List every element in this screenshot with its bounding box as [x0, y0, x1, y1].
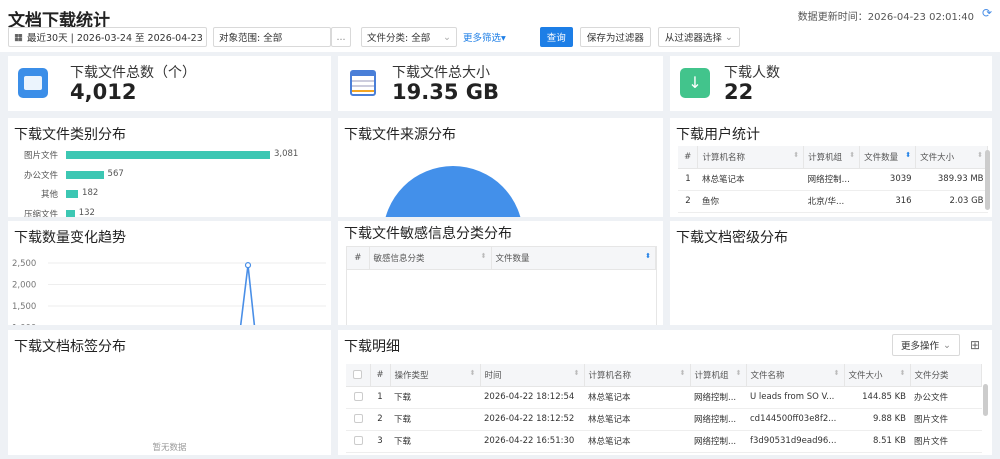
- table-row[interactable]: 3 下载 2026-04-22 16:51:30 林总笔记本 网络控制... f…: [346, 430, 982, 453]
- bar[interactable]: [66, 190, 79, 198]
- trend-line-chart: 2,500 2,000 1,500 1,000: [12, 259, 326, 326]
- row-checkbox[interactable]: [353, 392, 363, 401]
- panel-title: 下载文件敏感信息分类分布: [344, 226, 512, 242]
- bar-category-label: 压缩文件: [23, 209, 58, 218]
- col-file-size[interactable]: 文件大小 ⬍: [844, 364, 911, 387]
- chevron-down-icon: ⌄: [443, 31, 451, 43]
- y-tick-label: 1,500: [12, 302, 36, 312]
- trend-panel: 下载数量变化趋势 2,5002,0001,5001,000: [8, 221, 331, 325]
- kpi-value: 22: [724, 80, 754, 104]
- category-select[interactable]: 文件分类: 全部 ⌄: [361, 27, 457, 47]
- col-time[interactable]: 时间 ⬍: [480, 364, 585, 387]
- col-computer-group[interactable]: 计算机组 ⬍: [690, 364, 747, 387]
- col-computer-name[interactable]: 计算机名称 ⬍: [697, 146, 805, 169]
- file-source-panel: 下载文件来源分布: [338, 118, 663, 217]
- y-tick-label: 2,500: [12, 259, 36, 269]
- refresh-icon[interactable]: ⟳: [982, 6, 992, 20]
- download-user-icon: ↓: [680, 68, 710, 98]
- trend-peak-point[interactable]: [244, 262, 252, 269]
- col-op-type[interactable]: 操作类型 ⬍: [390, 364, 481, 387]
- kpi-label: 下载人数: [724, 65, 780, 81]
- calendar-icon: ▦: [14, 31, 23, 43]
- bar-category-label: 办公文件: [23, 170, 58, 181]
- user-stats-panel: 下载用户统计 # 计算机名称 ⬍ 计算机组 ⬍ 文件数量 ⬍ 文件大小 ⬍ 1 林总笔记…: [670, 118, 992, 217]
- col-computer-group[interactable]: 计算机组 ⬍: [803, 146, 861, 169]
- kpi-value: 4,012: [70, 80, 137, 104]
- details-panel: 下载明细 更多操作 ⌄ ⊞ # 操作类型 ⬍ 时间 ⬍ 计算机名称 ⬍ 计算机组 ⬍ 文件…: [338, 330, 992, 455]
- select-all-checkbox[interactable]: [346, 364, 371, 387]
- pie-slice: [385, 166, 521, 217]
- table-row[interactable]: 2 下载 2026-04-22 18:12:52 林总笔记本 网络控制... c…: [346, 408, 982, 431]
- y-tick-label: 2,000: [12, 281, 36, 291]
- bar-value-label: 132: [78, 207, 95, 218]
- bar-value-label: 3,081: [274, 149, 299, 159]
- chevron-down-icon: ⌄: [724, 31, 733, 43]
- bar[interactable]: [66, 170, 104, 179]
- bar[interactable]: [66, 209, 75, 217]
- row-checkbox[interactable]: [353, 436, 363, 445]
- panel-title: 下载文件类别分布: [14, 127, 126, 143]
- file-icon: [18, 68, 48, 98]
- save-filter-button[interactable]: 保存为过滤器: [579, 27, 651, 47]
- row-checkbox[interactable]: [353, 414, 363, 423]
- user-stats-table: # 计算机名称 ⬍ 计算机组 ⬍ 文件数量 ⬍ 文件大小 ⬍ 1 林总笔记本 网络控制.…: [678, 146, 988, 213]
- query-button[interactable]: 查询: [539, 27, 573, 47]
- col-computer-name[interactable]: 计算机名称 ⬍: [584, 364, 691, 387]
- sensitive-table-frame: # 敏感信息分类 ⬍ 文件数量 ⬍: [346, 246, 657, 325]
- kpi-label: 下载文件总数（个）: [70, 65, 196, 81]
- panel-title: 下载文档标签分布: [14, 339, 126, 355]
- scope-select[interactable]: 对象范围: 全部: [213, 27, 331, 47]
- file-category-panel: 下载文件类别分布 图片文件 3,081 办公文件 567 其他 182 压缩文件 132: [8, 118, 331, 217]
- col-index: #: [347, 247, 370, 270]
- kpi-card-file-count: 下载文件总数（个） 4,012: [8, 56, 331, 111]
- header-bar: 文档下载统计 数据更新时间：2026-04-23 02:01:40 ⟳ ▦ 最近3…: [0, 0, 1000, 52]
- empty-state-text: 暂无数据: [152, 443, 187, 453]
- scrollbar[interactable]: [983, 384, 988, 416]
- scope-more-button[interactable]: ...: [331, 27, 351, 47]
- sensitive-panel: 下载文件敏感信息分类分布 # 敏感信息分类 ⬍ 文件数量 ⬍: [338, 221, 663, 325]
- kpi-card-file-size: 下载文件总大小 19.35 GB: [338, 56, 663, 111]
- col-file-size[interactable]: 文件大小 ⬍: [915, 146, 988, 169]
- bar-value-label: 567: [107, 168, 124, 179]
- security-level-panel: 下载文档密级分布: [670, 221, 992, 325]
- update-time: 数据更新时间：2026-04-23 02:01:40: [797, 12, 974, 23]
- more-actions-button[interactable]: 更多操作 ⌄: [892, 334, 960, 356]
- scrollbar[interactable]: [985, 150, 990, 210]
- panel-title: 下载用户统计: [676, 127, 760, 143]
- chevron-down-icon: ⌄: [943, 339, 951, 351]
- table-row[interactable]: 2 鱼你 北京/华... 316 2.03 GB: [678, 190, 988, 213]
- filter-bar: ▦ 最近30天 | 2026-03-24 至 2026-04-23 对象范围: 全…: [8, 27, 747, 47]
- source-pie-chart: [385, 166, 521, 217]
- y-tick-label: 1,000: [12, 324, 36, 326]
- document-icon: [348, 68, 378, 98]
- panel-title: 下载明细: [344, 339, 400, 355]
- col-file-name[interactable]: 文件名称 ⬍: [746, 364, 845, 387]
- kpi-card-user-count: ↓ 下载人数 22: [670, 56, 992, 111]
- col-index: #: [370, 364, 391, 387]
- more-filter-link[interactable]: 更多筛选▾: [463, 30, 506, 44]
- details-table: # 操作类型 ⬍ 时间 ⬍ 计算机名称 ⬍ 计算机组 ⬍ 文件名称 ⬍ 文件大小 ⬍ 文件分…: [346, 364, 982, 453]
- col-file-category[interactable]: 文件分类: [910, 364, 982, 387]
- table-row[interactable]: 1 林总笔记本 网络控制... 3039 389.93 MB: [678, 168, 988, 191]
- kpi-label: 下载文件总大小: [392, 65, 490, 81]
- column-settings-icon[interactable]: ⊞: [964, 334, 986, 356]
- col-file-count[interactable]: 文件数量 ⬍: [491, 247, 656, 270]
- kpi-value: 19.35 GB: [392, 80, 499, 104]
- col-index: #: [678, 146, 699, 169]
- bar[interactable]: [66, 151, 270, 159]
- sensitive-table: # 敏感信息分类 ⬍ 文件数量 ⬍: [347, 247, 656, 270]
- col-sensitive-category[interactable]: 敏感信息分类 ⬍: [369, 247, 492, 270]
- panel-title: 下载文档密级分布: [676, 230, 788, 246]
- table-row[interactable]: 1 下载 2026-04-22 18:12:54 林总笔记本 网络控制... U…: [346, 386, 982, 409]
- from-filter-select[interactable]: 从过滤器选择 ⌄: [657, 27, 740, 47]
- date-range-picker[interactable]: ▦ 最近30天 | 2026-03-24 至 2026-04-23: [8, 27, 207, 47]
- trend-series-line: [239, 265, 256, 325]
- bar-category-label: 图片文件: [23, 151, 58, 161]
- col-file-count[interactable]: 文件数量 ⬍: [859, 146, 917, 169]
- bar-category-label: 其他: [40, 190, 58, 200]
- bar-value-label: 182: [82, 188, 99, 198]
- tags-panel: 下载文档标签分布 暂无数据: [8, 330, 331, 455]
